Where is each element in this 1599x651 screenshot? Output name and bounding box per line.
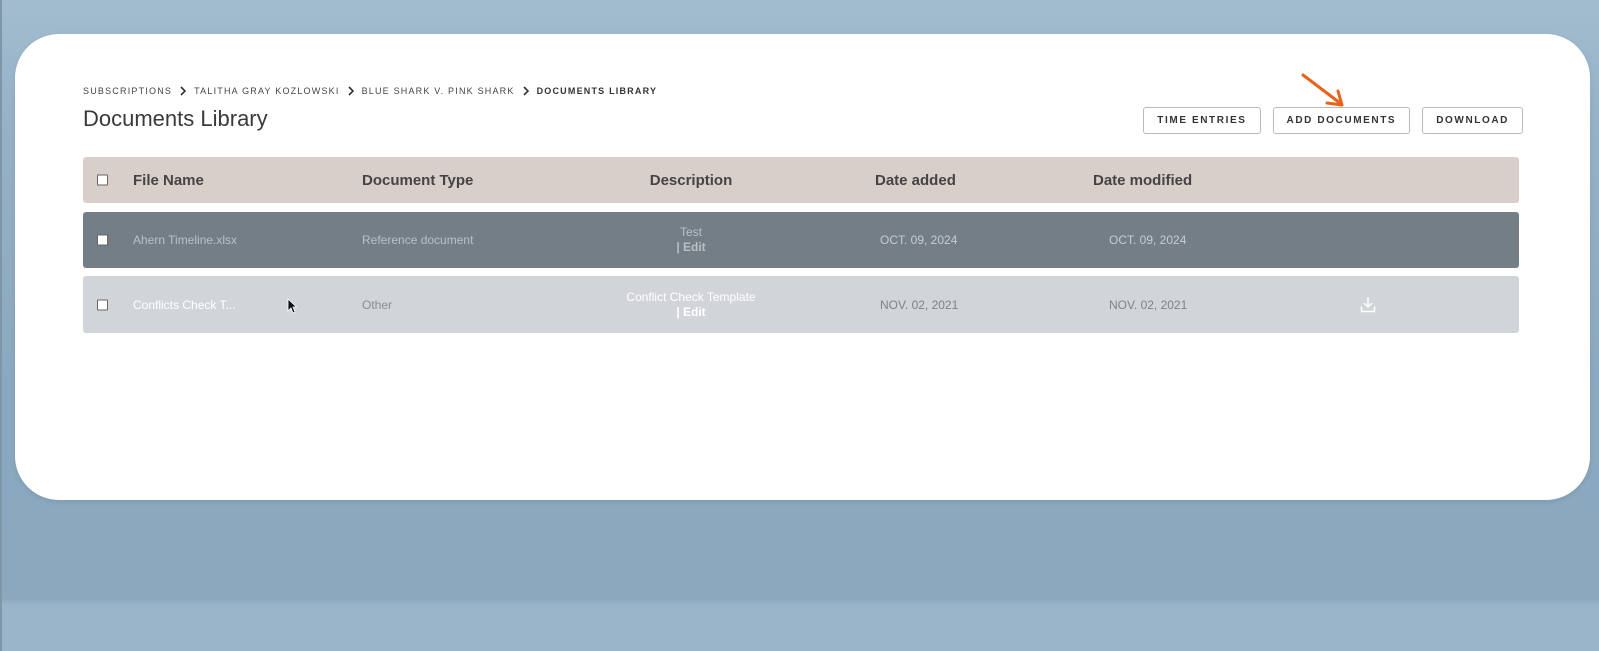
column-header-date-added[interactable]: Date added <box>875 157 956 203</box>
file-name-link[interactable]: Conflicts Check T... <box>133 276 235 333</box>
mouse-cursor-icon <box>287 298 297 314</box>
description-text: Conflict Check Template <box>626 289 756 304</box>
chevron-right-icon <box>180 86 187 96</box>
breadcrumb-item-subscriptions[interactable]: SUBSCRIPTIONS <box>83 86 172 96</box>
date-modified: OCT. 09, 2024 <box>1109 233 1187 247</box>
table-row[interactable]: Ahern Timeline.xlsx Reference document T… <box>83 212 1519 268</box>
table-row[interactable]: Conflicts Check T... Other Conflict Chec… <box>83 276 1519 333</box>
column-header-date-modified[interactable]: Date modified <box>1093 157 1192 203</box>
chevron-right-icon <box>523 86 529 96</box>
row-checkbox[interactable] <box>97 234 108 246</box>
breadcrumb-item-matter[interactable]: BLUE SHARK V. PINK SHARK <box>362 86 515 96</box>
table-header-row: File Name Document Type Description Date… <box>83 157 1519 203</box>
edit-description-link[interactable]: | Edit <box>676 305 705 320</box>
annotation-arrow-icon <box>1301 73 1344 107</box>
window-edge <box>0 0 2 651</box>
document-type: Other <box>362 297 393 312</box>
time-entries-button[interactable]: TIME ENTRIES <box>1143 107 1261 134</box>
select-all-checkbox[interactable] <box>97 174 108 186</box>
description-text: Test <box>679 225 702 239</box>
description-cell: Conflict Check Template | Edit <box>583 276 799 333</box>
chevron-right-icon <box>347 86 354 96</box>
column-header-file-name[interactable]: File Name <box>133 157 204 203</box>
document-type: Reference document <box>362 233 474 247</box>
description-cell: Test | Edit <box>583 212 799 268</box>
documents-table: File Name Document Type Description Date… <box>83 157 1519 333</box>
page-title: Documents Library <box>83 106 268 131</box>
column-header-description[interactable]: Description <box>583 157 799 203</box>
date-added: OCT. 09, 2024 <box>880 233 958 247</box>
breadcrumb-item-client[interactable]: TALITHA GRAY KOZLOWSKI <box>194 86 339 96</box>
edit-description-link[interactable]: | Edit <box>676 240 705 255</box>
download-icon[interactable] <box>1359 296 1377 314</box>
breadcrumb-item-current: DOCUMENTS LIBRARY <box>536 86 658 96</box>
download-button[interactable]: DOWNLOAD <box>1422 107 1523 134</box>
column-header-document-type[interactable]: Document Type <box>362 157 473 203</box>
date-added: NOV. 02, 2021 <box>880 297 959 312</box>
date-modified: NOV. 02, 2021 <box>1109 297 1188 312</box>
row-checkbox[interactable] <box>97 299 108 310</box>
documents-library-card: SUBSCRIPTIONS TALITHA GRAY KOZLOWSKI BLU… <box>15 34 1590 500</box>
breadcrumb: SUBSCRIPTIONS TALITHA GRAY KOZLOWSKI BLU… <box>83 86 657 96</box>
file-name-link[interactable]: Ahern Timeline.xlsx <box>133 212 237 268</box>
